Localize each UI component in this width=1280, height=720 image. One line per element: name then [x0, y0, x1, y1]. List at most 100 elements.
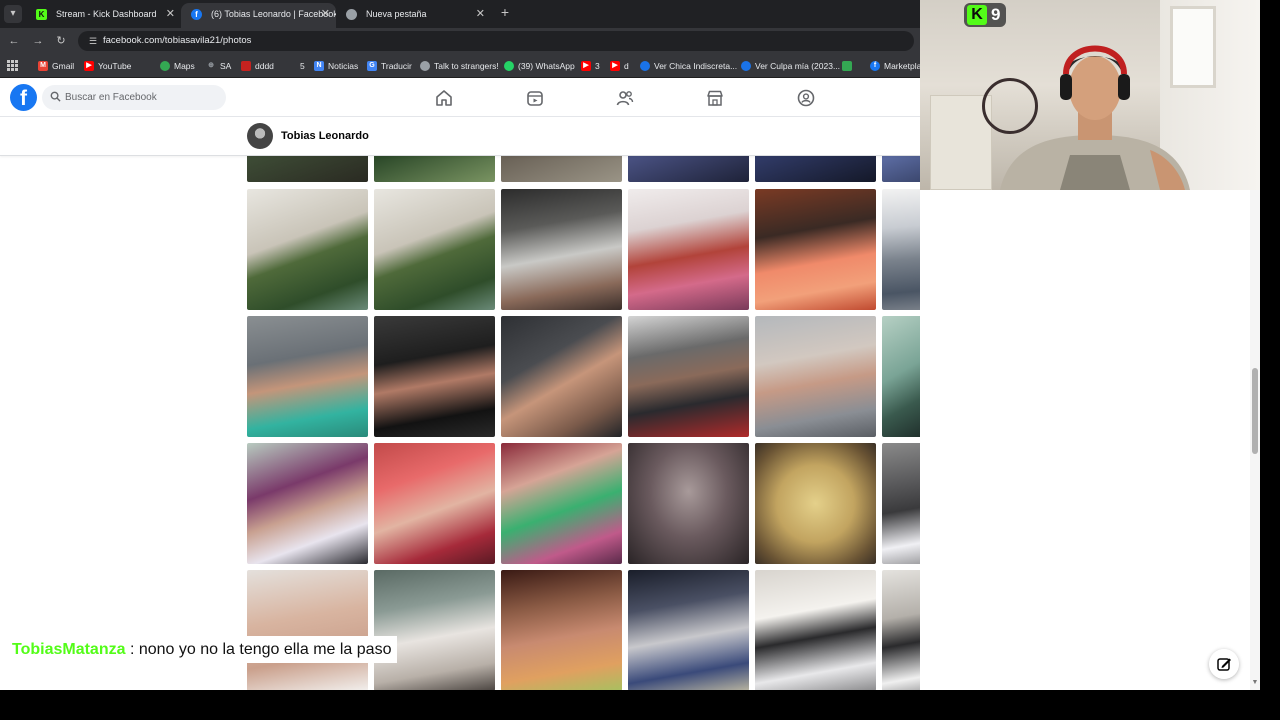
scrollbar-thumb[interactable]: [1252, 368, 1258, 454]
friends-icon[interactable]: [615, 88, 635, 108]
photo-tile[interactable]: [882, 443, 920, 564]
bookmark-dddd[interactable]: dddd: [241, 59, 274, 73]
back-icon[interactable]: ←: [6, 33, 22, 49]
url-text[interactable]: facebook.com/tobiasavila21/photos: [103, 31, 251, 51]
new-tab-button[interactable]: +: [496, 4, 514, 20]
photo-tile[interactable]: [628, 570, 749, 690]
photo-tile[interactable]: [374, 316, 495, 437]
photo-tile[interactable]: [755, 189, 876, 310]
photo-tile[interactable]: [882, 570, 920, 690]
bookmark-3[interactable]: ▶ 3: [581, 59, 600, 73]
forward-icon[interactable]: →: [30, 33, 46, 49]
tab-label: (6) Tobias Leonardo | Facebook: [211, 9, 336, 19]
bookmark-icon: [241, 61, 251, 71]
photo-tile[interactable]: [247, 443, 368, 564]
bookmark-5[interactable]: 5: [286, 59, 305, 73]
photo-tile[interactable]: [628, 189, 749, 310]
home-icon[interactable]: [434, 88, 454, 108]
tab-search-icon[interactable]: ▾: [4, 5, 22, 23]
facebook-logo-icon[interactable]: f: [10, 84, 37, 111]
photo-tile[interactable]: [628, 443, 749, 564]
tab-facebook[interactable]: f (6) Tobias Leonardo | Facebook ✕: [181, 3, 336, 28]
tab-kick-dashboard[interactable]: K Stream - Kick Dashboard ✕: [26, 3, 181, 28]
close-tab-icon[interactable]: ✕: [321, 3, 330, 25]
reload-icon[interactable]: ↻: [53, 33, 69, 49]
chat-message-overlay: TobiasMatanza : nono yo no la tengo ella…: [6, 636, 398, 663]
search-icon: [50, 91, 61, 102]
photo-tile[interactable]: [247, 156, 368, 182]
photo-tile[interactable]: [501, 189, 622, 310]
globe-icon: [741, 61, 751, 71]
site-info-icon[interactable]: ☰: [86, 34, 100, 48]
bookmark-talk-to-strangers[interactable]: Talk to strangers!: [420, 59, 499, 73]
youtube-icon: ▶: [581, 61, 591, 71]
photo-tile[interactable]: [501, 443, 622, 564]
maps-pin-icon: [160, 61, 170, 71]
tab-label: Nueva pestaña: [366, 9, 427, 19]
streamer-figure: [1000, 45, 1190, 190]
photo-tile[interactable]: [501, 316, 622, 437]
globe-icon: [640, 61, 650, 71]
youtube-icon: ▶: [610, 61, 620, 71]
bookmark-gmail[interactable]: M Gmail: [38, 59, 74, 73]
photo-tile[interactable]: [628, 156, 749, 182]
photo-tile[interactable]: [374, 189, 495, 310]
photo-tile[interactable]: [755, 156, 876, 182]
groups-icon[interactable]: [796, 88, 816, 108]
chat-message-text: nono yo no la tengo ella me la paso: [138, 641, 392, 658]
bookmark-culpa-mia[interactable]: Ver Culpa mía (2023...: [741, 59, 840, 73]
avatar[interactable]: [247, 123, 273, 149]
address-bar-row: ← → ↻ ☰ facebook.com/tobiasavila21/photo…: [0, 28, 920, 54]
browser-window: ▾ K Stream - Kick Dashboard ✕ f (6) Tobi…: [0, 0, 920, 690]
photo-tile[interactable]: [374, 570, 495, 690]
photo-tile[interactable]: [755, 443, 876, 564]
screen: ▾ K Stream - Kick Dashboard ✕ f (6) Tobi…: [0, 0, 1280, 720]
profile-bar: Tobias Leonardo: [0, 117, 920, 156]
photo-tile[interactable]: [247, 570, 368, 690]
facebook-search[interactable]: Buscar en Facebook: [42, 85, 226, 110]
bookmark-d[interactable]: ▶ d: [610, 59, 629, 73]
photo-tile[interactable]: [628, 316, 749, 437]
facebook-header: f Buscar en Facebook: [0, 78, 920, 117]
compose-message-icon[interactable]: [1209, 649, 1239, 679]
kick-icon: K: [36, 9, 47, 20]
photo-tile[interactable]: [501, 570, 622, 690]
photo-tile[interactable]: [882, 189, 920, 310]
scroll-down-icon[interactable]: ▼: [1251, 679, 1259, 687]
photo-tile[interactable]: [374, 156, 495, 182]
youtube-icon: ▶: [84, 61, 94, 71]
whatsapp-icon: [504, 61, 514, 71]
video-icon[interactable]: [525, 88, 545, 108]
bookmark-traducir[interactable]: G Traducir: [367, 59, 412, 73]
tab-new-tab[interactable]: Nueva pestaña ✕: [336, 3, 491, 28]
photo-tile[interactable]: [247, 316, 368, 437]
page-right-area: [920, 190, 1260, 690]
photo-tile[interactable]: [501, 156, 622, 182]
marketplace-icon[interactable]: [705, 88, 725, 108]
photo-tile[interactable]: [247, 189, 368, 310]
close-tab-icon[interactable]: ✕: [476, 3, 485, 25]
address-bar[interactable]: ☰ facebook.com/tobiasavila21/photos: [78, 31, 914, 51]
bookmark-chica-indiscreta[interactable]: Ver Chica Indiscreta...: [640, 59, 737, 73]
photo-tile[interactable]: [755, 570, 876, 690]
apps-grid-icon[interactable]: [7, 60, 18, 71]
bookmark-whatsapp[interactable]: (39) WhatsApp: [504, 59, 575, 73]
tab-label: Stream - Kick Dashboard: [56, 9, 157, 19]
photo-tile[interactable]: [755, 316, 876, 437]
news-icon: N: [314, 61, 324, 71]
bookmark-marketplace[interactable]: f Marketpla: [870, 59, 920, 73]
bookmark-maps[interactable]: Maps: [160, 59, 195, 73]
webcam-overlay: K 9: [920, 0, 1260, 190]
bookmark-icon: [286, 61, 296, 71]
chat-username: TobiasMatanza: [12, 641, 126, 658]
bookmark-youtube[interactable]: ▶ YouTube: [84, 59, 131, 73]
bookmark-extension[interactable]: [842, 59, 856, 73]
photo-tile[interactable]: [882, 316, 920, 437]
profile-name[interactable]: Tobias Leonardo: [281, 117, 369, 155]
photo-tile[interactable]: [374, 443, 495, 564]
bookmark-noticias[interactable]: N Noticias: [314, 59, 358, 73]
kick-logo-icon: K: [967, 5, 987, 25]
close-tab-icon[interactable]: ✕: [166, 3, 175, 25]
photo-tile[interactable]: [882, 156, 920, 182]
bookmark-sa[interactable]: ⊕ SA: [206, 59, 231, 73]
